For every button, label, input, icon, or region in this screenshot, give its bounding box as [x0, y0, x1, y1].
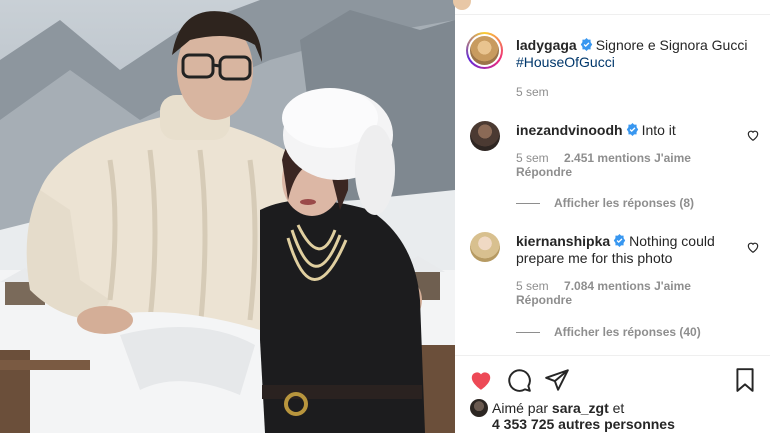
comment-avatar[interactable]: [470, 232, 500, 262]
liked-by-user[interactable]: sara_zgt: [552, 400, 609, 416]
author-avatar[interactable]: [466, 32, 503, 69]
comment-likes[interactable]: 2.451 mentions J'aime: [564, 151, 691, 165]
comment-avatar[interactable]: [470, 121, 500, 151]
comment-body: inezandvinoodh Into it: [516, 122, 746, 139]
replies-dash: [516, 332, 540, 334]
top-divider: [455, 14, 770, 15]
partial-avatar: [453, 0, 471, 10]
heart-outline-icon[interactable]: [746, 128, 760, 142]
likes-count[interactable]: 4 353 725 autres personnes: [492, 416, 675, 432]
liker-avatar[interactable]: [470, 399, 488, 417]
reply-button[interactable]: Répondre: [516, 165, 572, 179]
reply-button[interactable]: Répondre: [516, 293, 572, 307]
comment-meta: 5 sem 2.451 mentions J'aime Répondre: [516, 151, 691, 179]
comment-age: 5 sem: [516, 279, 549, 293]
liked-by-conj: et: [612, 400, 625, 416]
caption-hashtag[interactable]: #HouseOfGucci: [516, 54, 615, 70]
comment-meta: 5 sem 7.084 mentions J'aime Répondre: [516, 279, 691, 307]
caption-author[interactable]: ladygaga: [516, 37, 577, 53]
share-icon[interactable]: [544, 367, 570, 393]
post-photo[interactable]: [0, 0, 455, 433]
verified-badge-icon: [580, 38, 592, 51]
comment-likes[interactable]: 7.084 mentions J'aime: [564, 279, 691, 293]
verified-badge-icon: [613, 234, 626, 247]
comment-author[interactable]: inezandvinoodh: [516, 122, 623, 138]
liked-by-prefix: Aimé par: [492, 400, 549, 416]
comment-age: 5 sem: [516, 151, 549, 165]
comment-author[interactable]: kiernanshipka: [516, 233, 610, 249]
comment-icon[interactable]: [506, 367, 532, 393]
comment-text: Into it: [641, 122, 676, 138]
liked-by-line: Aimé par sara_zgt et: [492, 400, 624, 416]
view-replies-button[interactable]: Afficher les réponses (40): [516, 325, 701, 339]
verified-badge-icon: [626, 123, 638, 136]
post-photo-illustration: [0, 0, 455, 433]
view-replies-button[interactable]: Afficher les réponses (8): [516, 196, 694, 210]
actions-divider: [455, 355, 770, 356]
caption: ladygaga Signore e Signora Gucci #HouseOf…: [516, 37, 766, 71]
heart-outline-icon[interactable]: [746, 240, 760, 254]
comment-body: kiernanshipka Nothing could prepare me fo…: [516, 233, 746, 267]
post-age: 5 sem: [516, 85, 549, 99]
post-side-panel: ladygaga Signore e Signora Gucci #HouseOf…: [453, 0, 770, 433]
heart-filled-icon[interactable]: [468, 367, 494, 393]
caption-text: Signore e Signora Gucci: [595, 37, 748, 53]
replies-dash: [516, 203, 540, 205]
bookmark-icon[interactable]: [732, 367, 758, 393]
